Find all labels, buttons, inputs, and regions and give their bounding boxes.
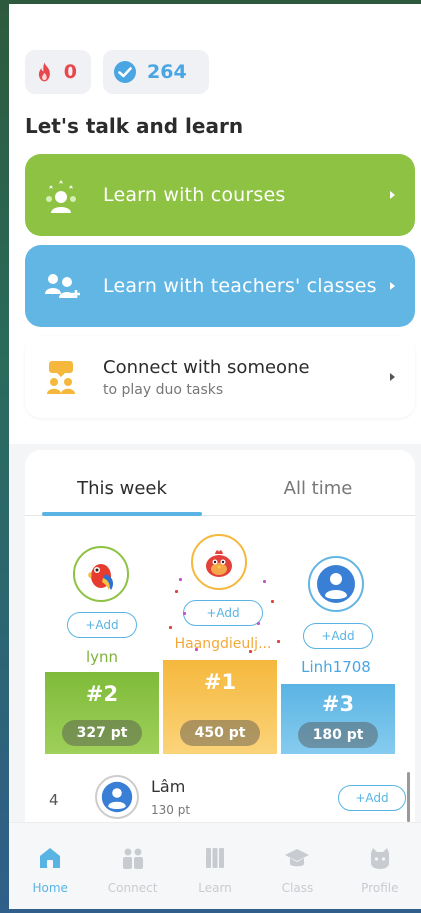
confetti bbox=[249, 650, 252, 653]
confetti bbox=[175, 590, 178, 593]
leaderboard-tabs: This week All time bbox=[25, 450, 415, 516]
learn-with-courses-button[interactable]: Learn with courses bbox=[25, 154, 415, 236]
list-points: 130 pt bbox=[151, 803, 191, 817]
confetti bbox=[179, 578, 182, 581]
points-pill-rank-2: 327 pt bbox=[62, 720, 142, 746]
check-badge-icon bbox=[114, 61, 136, 83]
people-icon bbox=[122, 848, 143, 869]
nav-label-learn: Learn bbox=[198, 881, 232, 895]
bottom-nav: Home Connect Learn Class Profile bbox=[9, 822, 421, 909]
connect-text: Connect with someone to play duo tasks bbox=[103, 357, 310, 398]
confetti bbox=[257, 622, 260, 625]
add-friend-button-rank-2[interactable]: +Add bbox=[67, 612, 137, 638]
book-icon bbox=[206, 848, 225, 868]
add-friend-button-rank-1[interactable]: +Add bbox=[183, 600, 263, 626]
connect-subtitle: to play duo tasks bbox=[103, 381, 224, 398]
user-silhouette-icon bbox=[317, 565, 355, 603]
user-silhouette-icon bbox=[101, 781, 133, 813]
home-icon bbox=[40, 848, 61, 868]
fire-icon bbox=[38, 62, 50, 82]
list-item[interactable]: 4 Lâm 130 pt +Add bbox=[25, 769, 415, 829]
chevron-right-icon bbox=[390, 282, 395, 290]
confetti bbox=[169, 626, 172, 629]
nav-label-class: Class bbox=[281, 881, 314, 895]
nav-label-profile: Profile bbox=[361, 881, 399, 895]
avatar[interactable] bbox=[95, 775, 139, 819]
profile-face-icon bbox=[370, 848, 389, 869]
streak-badge[interactable]: 0 bbox=[25, 50, 91, 94]
confetti bbox=[195, 648, 198, 651]
teachers-label: Learn with teachers' classes bbox=[103, 275, 377, 297]
username-rank-3: Linh1708 bbox=[301, 658, 371, 676]
nav-class[interactable]: Class bbox=[256, 823, 338, 909]
nav-label-connect: Connect bbox=[107, 881, 158, 895]
rank-label-3: #3 bbox=[321, 692, 355, 716]
points-value: 264 bbox=[147, 61, 187, 83]
streak-value: 0 bbox=[63, 61, 77, 83]
avatar-rank-1[interactable] bbox=[191, 534, 247, 590]
confetti bbox=[263, 580, 266, 583]
confetti bbox=[271, 600, 274, 603]
parrot-red-icon bbox=[88, 564, 113, 590]
chevron-right-icon bbox=[390, 191, 395, 199]
rank-label-2: #2 bbox=[85, 682, 119, 706]
nav-label-home: Home bbox=[32, 881, 68, 895]
bird-red-icon bbox=[206, 550, 232, 577]
list-username: Lâm bbox=[151, 777, 186, 796]
chat-people-icon bbox=[47, 361, 75, 394]
connect-with-someone-button[interactable]: Connect with someone to play duo tasks bbox=[25, 336, 415, 418]
add-friend-button[interactable]: +Add bbox=[338, 785, 406, 811]
nav-profile[interactable]: Profile bbox=[339, 823, 421, 909]
confetti bbox=[183, 612, 186, 615]
group-star-icon bbox=[46, 180, 76, 213]
rank-label-1: #1 bbox=[203, 670, 237, 694]
points-badge[interactable]: 264 bbox=[103, 50, 209, 94]
courses-label: Learn with courses bbox=[103, 184, 286, 206]
app-screen: 0 264 Let's talk and learn Learn with co… bbox=[9, 4, 421, 909]
add-friend-button-rank-3[interactable]: +Add bbox=[303, 623, 373, 649]
podium-block-rank-3: #3 180 pt bbox=[281, 684, 395, 754]
nav-learn[interactable]: Learn bbox=[174, 823, 256, 909]
scrollbar[interactable] bbox=[407, 772, 410, 822]
tab-all-time[interactable]: All time bbox=[238, 478, 398, 499]
people-add-icon bbox=[45, 274, 80, 298]
stats-bar: 0 264 bbox=[25, 50, 209, 94]
connect-title: Connect with someone bbox=[103, 356, 310, 378]
username-rank-2: lynn bbox=[85, 648, 119, 666]
nav-home[interactable]: Home bbox=[9, 823, 91, 909]
chevron-right-icon bbox=[390, 373, 395, 381]
points-pill-rank-3: 180 pt bbox=[298, 722, 378, 748]
graduation-cap-icon bbox=[285, 849, 310, 867]
points-pill-rank-1: 450 pt bbox=[180, 720, 260, 746]
section-heading: Let's talk and learn bbox=[25, 114, 244, 138]
podium-block-rank-2: #2 327 pt bbox=[45, 672, 159, 754]
nav-connect[interactable]: Connect bbox=[91, 823, 173, 909]
learn-with-teachers-button[interactable]: Learn with teachers' classes bbox=[25, 245, 415, 327]
confetti bbox=[277, 640, 280, 643]
avatar-rank-3[interactable] bbox=[308, 556, 364, 612]
rank-position: 4 bbox=[49, 791, 59, 809]
podium-block-rank-1: #1 450 pt bbox=[163, 660, 277, 754]
username-rank-1: Haangdieulj... bbox=[174, 636, 272, 652]
tab-this-week[interactable]: This week bbox=[42, 478, 202, 499]
avatar-rank-2[interactable] bbox=[73, 546, 129, 602]
active-tab-indicator bbox=[42, 512, 202, 516]
